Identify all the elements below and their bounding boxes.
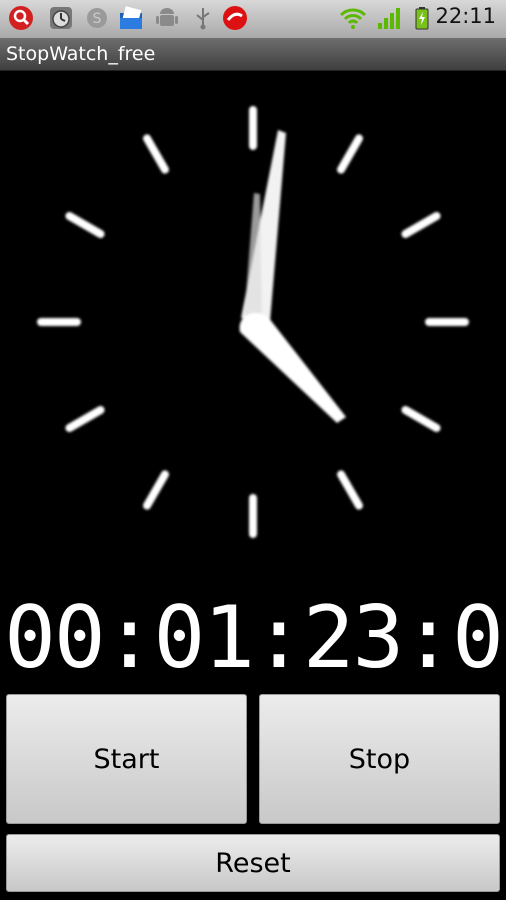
elapsed-time-readout: 00:01:23:0 [4,588,504,688]
svg-text:S: S [93,11,102,27]
status-bar: S 22:11 [0,0,506,39]
usb-icon [196,8,210,30]
stop-button-label: Stop [348,743,411,775]
minute-hand-shadow [244,193,262,322]
trendmicro-icon [223,6,247,30]
dial-hands [239,130,346,423]
dial-tick [143,134,169,174]
app-title: StopWatch_free [6,43,156,65]
battery-charging-icon [415,7,429,30]
android-debug-icon [156,8,178,26]
stop-button[interactable]: Stop [259,694,500,824]
dial-tick [65,406,105,432]
dial-tick [143,470,169,510]
status-time: 22:11 [435,4,496,28]
start-button-label: Start [93,743,160,775]
app-title-bar: StopWatch_free [0,38,506,71]
search-app-icon [9,6,33,30]
stopwatch-dial [37,106,469,538]
signal-icon [378,8,400,29]
dial-tick [401,212,441,238]
dial-tick [337,470,363,510]
start-button[interactable]: Start [6,694,247,824]
dial-tick [337,134,363,174]
wifi-icon [339,8,367,29]
alarm-clock-icon [50,7,72,29]
dial-tick [65,212,105,238]
reset-button[interactable]: Reset [6,834,500,892]
skype-icon: S [87,8,107,28]
hour-hand [239,312,346,423]
reset-button-label: Reset [215,847,291,879]
dial-tick [401,406,441,432]
file-manager-icon [120,6,142,29]
